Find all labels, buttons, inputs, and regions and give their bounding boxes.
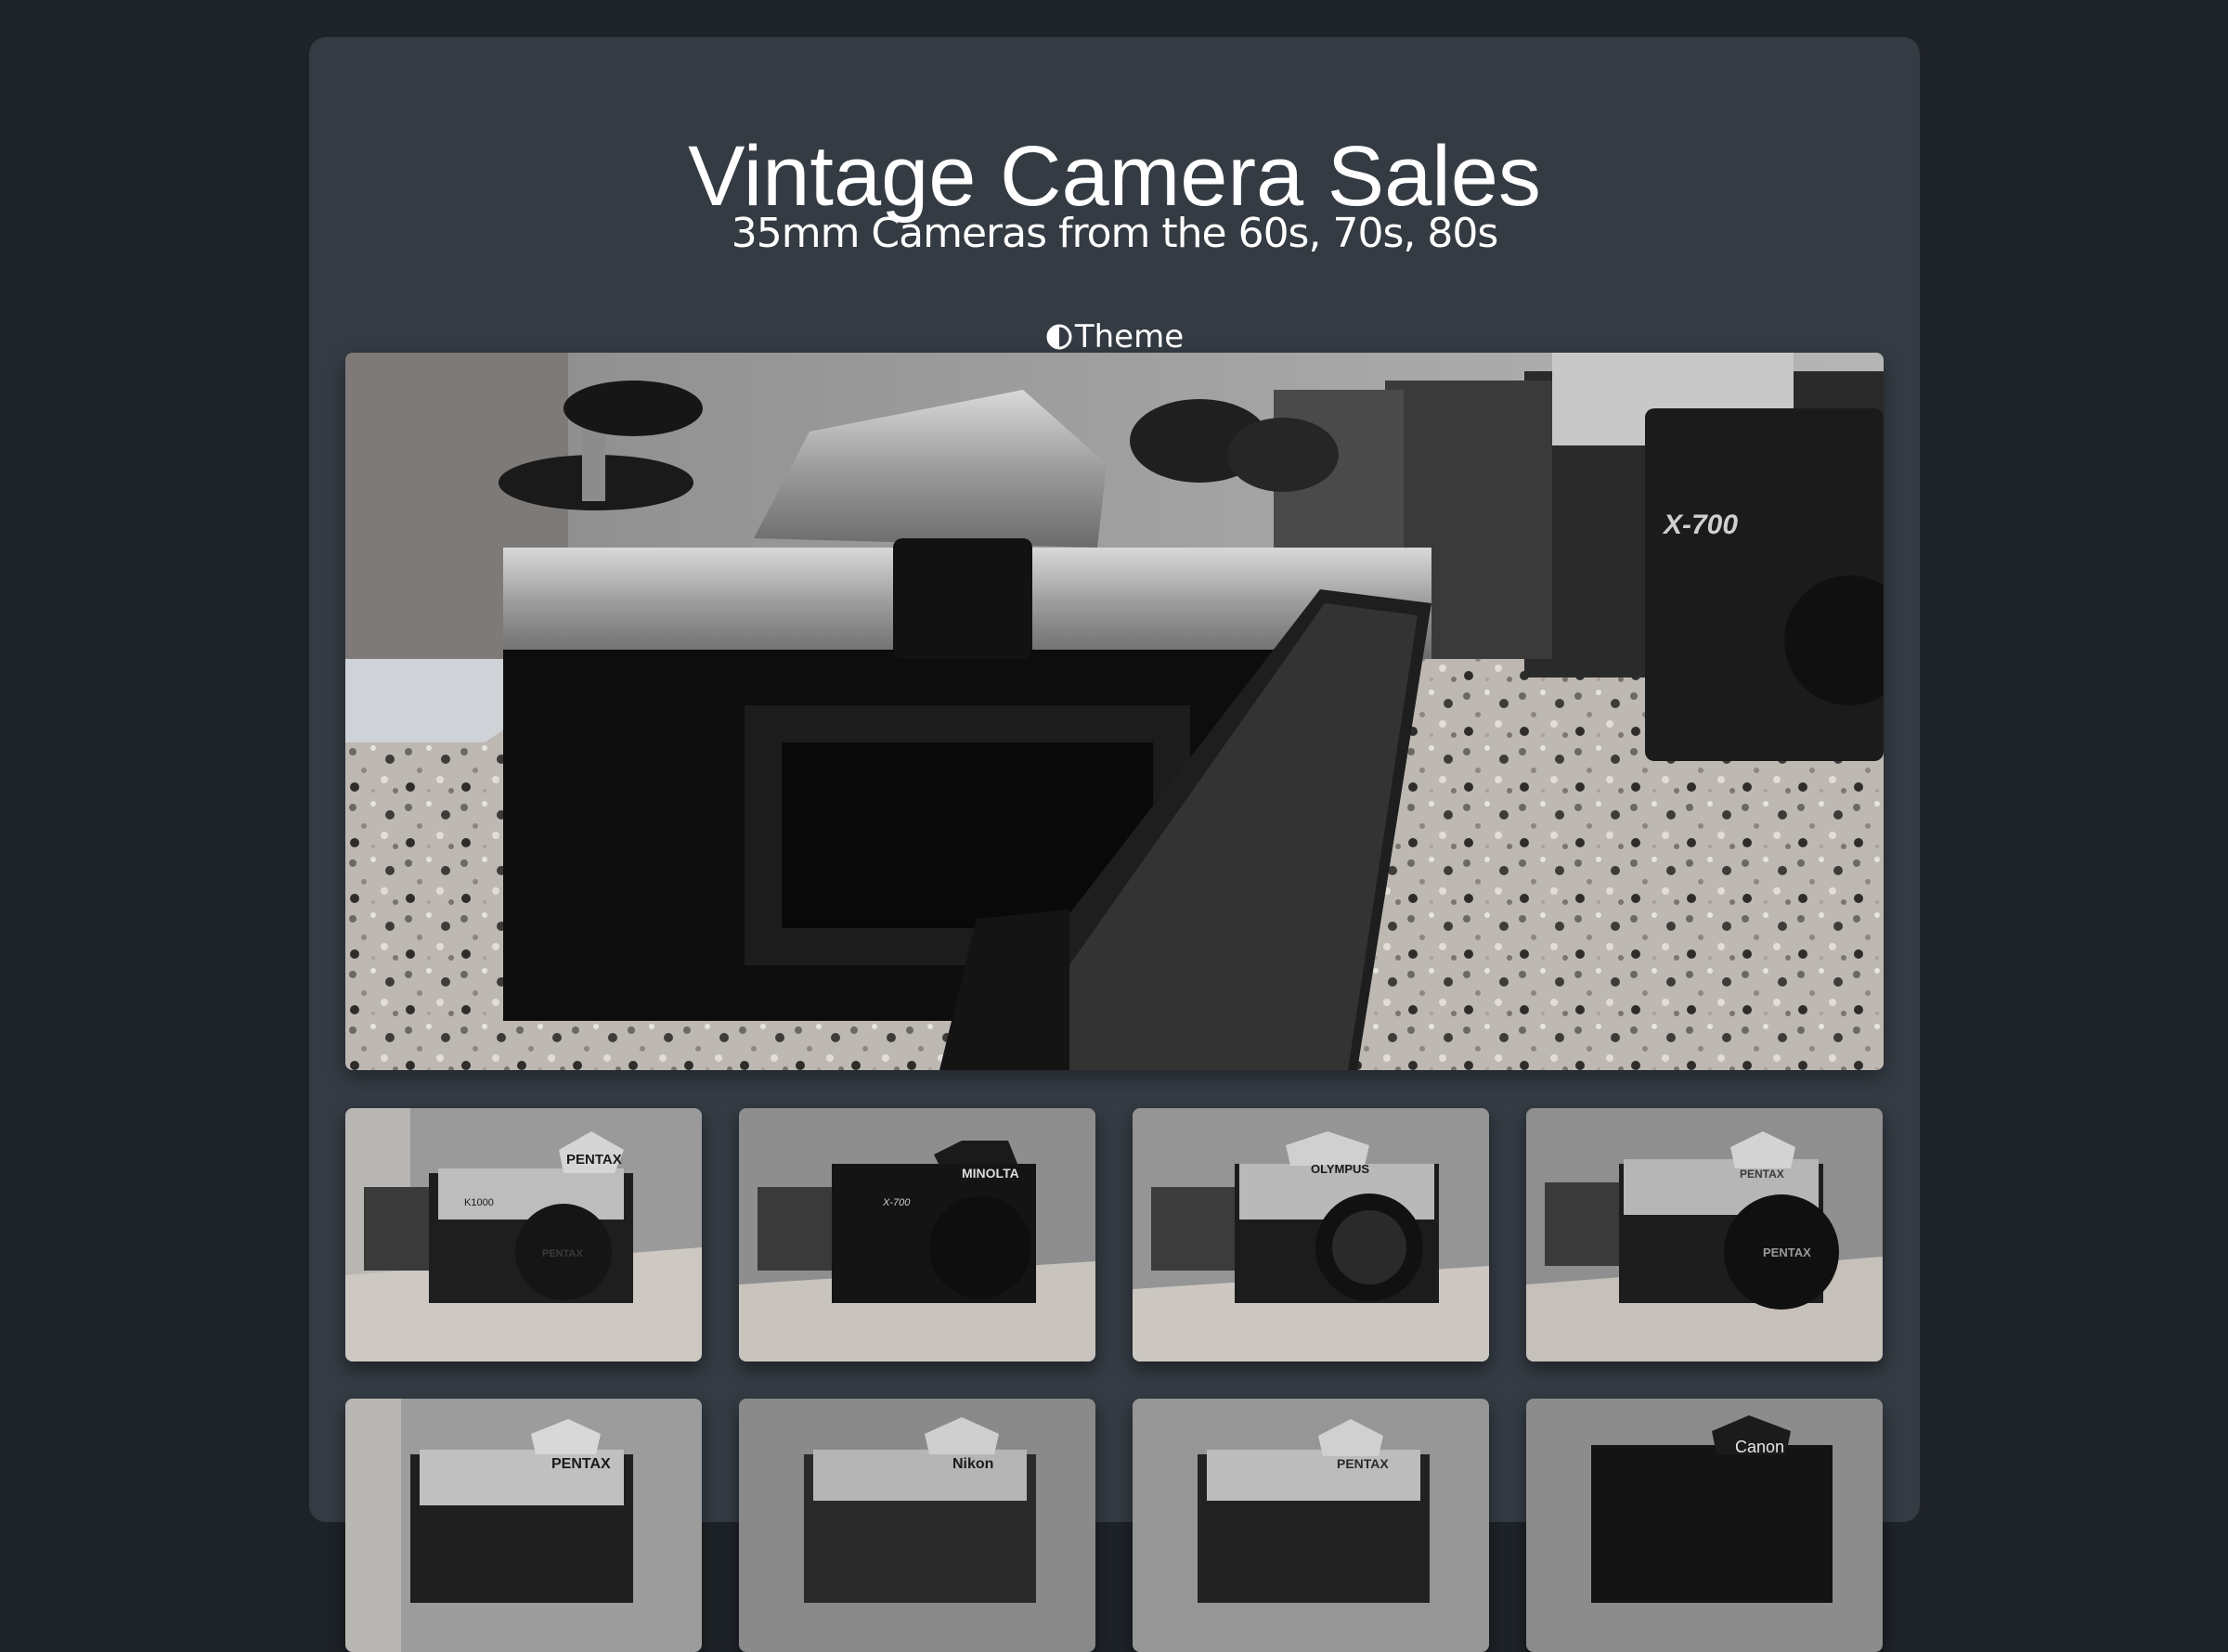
- camera-thumbnail-image: PENTAX: [1133, 1399, 1489, 1652]
- camera-thumbnail-image: OLYMPUS: [1133, 1108, 1489, 1362]
- thumbnail-1[interactable]: PENTAX K1000 PENTAX: [345, 1108, 702, 1362]
- camera-thumbnail-image: PENTAX: [345, 1399, 702, 1652]
- hero-photo[interactable]: X-700: [345, 353, 1884, 1070]
- camera-thumbnail-image: Nikon: [739, 1399, 1095, 1652]
- thumbnail-7[interactable]: PENTAX: [1133, 1399, 1489, 1652]
- camera-thumbnail-image: MINOLTA X-700: [739, 1108, 1095, 1362]
- brand-label: OLYMPUS: [1311, 1162, 1369, 1176]
- lens-label: PENTAX: [1763, 1245, 1811, 1259]
- page-subtitle: 35mm Cameras from the 60s, 70s, 80s: [731, 210, 1499, 257]
- camera-open-back-photo: X-700: [345, 353, 1884, 1070]
- model-label: X-700: [882, 1197, 911, 1208]
- brand-label: Canon: [1735, 1438, 1784, 1456]
- brand-label: Nikon: [952, 1456, 993, 1472]
- thumbnail-4[interactable]: PENTAX PENTAX: [1526, 1108, 1883, 1362]
- main-card: Vintage Camera Sales 35mm Cameras from t…: [309, 37, 1920, 1652]
- thumbnail-6[interactable]: Nikon: [739, 1399, 1095, 1652]
- lens-label: PENTAX: [542, 1248, 583, 1259]
- brand-label: MINOLTA: [962, 1166, 1019, 1181]
- model-label: K1000: [464, 1197, 494, 1208]
- thumbnail-2[interactable]: MINOLTA X-700: [739, 1108, 1095, 1362]
- brand-label: PENTAX: [566, 1152, 622, 1168]
- thumbnail-5[interactable]: PENTAX: [345, 1399, 702, 1652]
- thumbnail-8[interactable]: Canon: [1526, 1399, 1883, 1652]
- camera-thumbnail-image: PENTAX PENTAX: [1526, 1108, 1883, 1362]
- brand-label: PENTAX: [551, 1456, 611, 1472]
- thumbnail-3[interactable]: OLYMPUS: [1133, 1108, 1489, 1362]
- brand-label: PENTAX: [1740, 1168, 1784, 1181]
- brand-label: PENTAX: [1337, 1456, 1389, 1471]
- engraving-x700: X-700: [1662, 510, 1738, 540]
- half-circle-contrast-icon: [1046, 324, 1072, 350]
- camera-thumbnail-image: Canon: [1526, 1399, 1883, 1652]
- camera-thumbnail-image: PENTAX K1000 PENTAX: [345, 1108, 702, 1362]
